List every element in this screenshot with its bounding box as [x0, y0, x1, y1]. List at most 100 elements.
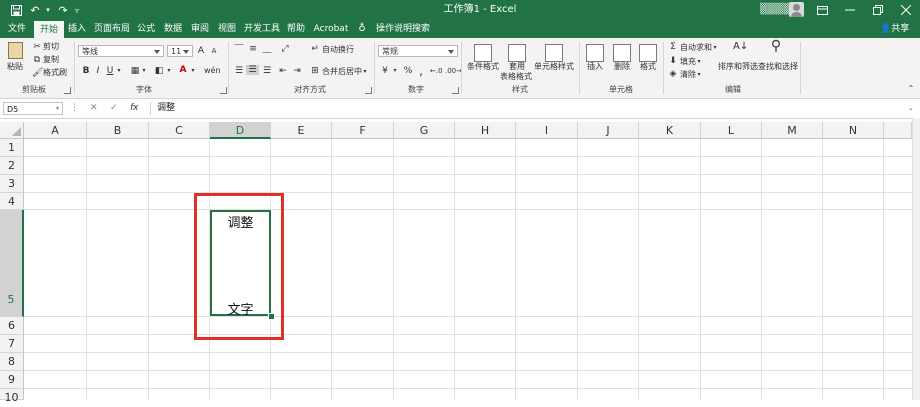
number-format-select[interactable]: 常规	[378, 45, 458, 57]
merge-dropdown-icon[interactable]: ▾	[362, 67, 368, 77]
align-top-icon[interactable]: ⎺	[234, 44, 244, 54]
formula-input[interactable]: 调整	[150, 102, 914, 115]
sort-filter-icon[interactable]: A↓	[733, 42, 748, 52]
customize-qat-icon[interactable]: ▿	[72, 2, 82, 18]
cancel-icon[interactable]: ✕	[90, 102, 98, 115]
increase-indent-icon[interactable]: ⇥	[292, 66, 302, 76]
tab-insert[interactable]: 插入	[66, 20, 88, 38]
align-center-icon[interactable]: ☰	[246, 65, 259, 75]
row-header-3[interactable]: 3	[0, 175, 24, 193]
column-header-l[interactable]: L	[701, 122, 762, 139]
ribbon-display-icon[interactable]	[808, 0, 836, 20]
formula-bar-grip-icon[interactable]: ⋮	[70, 102, 79, 115]
find-select-icon[interactable]: ⚲	[768, 39, 784, 53]
column-header-g[interactable]: G	[394, 122, 455, 139]
font-color-icon[interactable]: A	[178, 65, 188, 75]
expand-formula-bar-icon[interactable]: ⌄	[908, 102, 914, 115]
decrease-decimal-icon[interactable]: .00→	[445, 66, 462, 76]
column-header-a[interactable]: A	[24, 122, 87, 139]
accounting-format-icon[interactable]: ¥	[380, 66, 390, 76]
merge-center-button[interactable]: 合并后居中	[322, 67, 362, 77]
column-header-k[interactable]: K	[639, 122, 701, 139]
row-header-7[interactable]: 7	[0, 335, 24, 353]
font-color-dropdown-icon[interactable]: ▾	[190, 66, 196, 76]
format-as-table-button-line1[interactable]: 套用	[503, 62, 531, 72]
borders-icon[interactable]: ▦	[130, 66, 140, 76]
underline-dropdown-icon[interactable]: ▾	[116, 66, 122, 76]
percent-icon[interactable]: %	[403, 66, 413, 76]
comma-style-icon[interactable]: ,	[416, 65, 426, 77]
fill-color-icon[interactable]: ◧	[154, 66, 164, 76]
paste-icon[interactable]	[8, 42, 23, 59]
decrease-font-icon[interactable]: A	[209, 46, 219, 56]
autosum-icon[interactable]: Σ	[668, 42, 678, 52]
conditional-format-button[interactable]: 条件格式	[463, 62, 503, 72]
format-painter-icon[interactable]: 🖌	[32, 68, 43, 78]
column-header-b[interactable]: B	[87, 122, 149, 139]
cut-icon[interactable]: ✂	[32, 42, 42, 52]
copy-icon[interactable]: ⧉	[32, 55, 42, 65]
orientation-icon[interactable]: ⤢	[280, 44, 290, 54]
row-header-1[interactable]: 1	[0, 139, 24, 157]
collapse-ribbon-icon[interactable]: ⌃	[906, 84, 916, 94]
cell-styles-button[interactable]: 单元格样式	[532, 62, 576, 72]
restore-icon[interactable]	[864, 0, 892, 20]
column-header-m[interactable]: M	[762, 122, 823, 139]
column-header-i[interactable]: I	[516, 122, 578, 139]
row-header-2[interactable]: 2	[0, 157, 24, 175]
redo-icon[interactable]: ↷	[55, 2, 71, 18]
underline-icon[interactable]: U	[106, 66, 114, 76]
column-header-n[interactable]: N	[823, 122, 884, 139]
borders-dropdown-icon[interactable]: ▾	[141, 66, 147, 76]
align-left-icon[interactable]: ☰	[234, 66, 244, 76]
enter-icon[interactable]: ✓	[110, 102, 118, 115]
row-header-9[interactable]: 9	[0, 371, 24, 389]
font-launcher-icon[interactable]	[220, 87, 227, 94]
column-header-partial[interactable]	[884, 122, 912, 139]
insert-function-icon[interactable]: fx	[130, 102, 139, 115]
paste-button[interactable]: 粘贴	[4, 62, 26, 72]
cell-styles-icon[interactable]	[545, 44, 563, 62]
alignment-launcher-icon[interactable]	[365, 87, 372, 94]
select-all-button[interactable]	[0, 122, 24, 139]
format-as-table-icon[interactable]	[508, 44, 526, 62]
column-header-h[interactable]: H	[455, 122, 516, 139]
autosum-dropdown-icon[interactable]: ▾	[712, 43, 718, 53]
insert-cells-button[interactable]: 插入	[582, 62, 608, 72]
merge-center-icon[interactable]: ⊞	[310, 66, 320, 76]
tab-file[interactable]: 文件	[4, 20, 30, 38]
cut-button[interactable]: 剪切	[43, 42, 59, 52]
share-button[interactable]: 👤共享	[880, 20, 909, 38]
delete-cells-icon[interactable]	[613, 44, 631, 62]
sort-filter-button[interactable]: 排序和筛选	[716, 62, 760, 72]
tab-developer[interactable]: 开发工具	[243, 20, 281, 38]
tab-formulas[interactable]: 公式	[135, 20, 157, 38]
fill-dropdown-icon[interactable]: ▾	[696, 57, 702, 67]
row-header-4[interactable]: 4	[0, 193, 24, 210]
bold-icon[interactable]: B	[82, 66, 90, 76]
phonetic-icon[interactable]: wén	[204, 66, 221, 76]
decrease-indent-icon[interactable]: ⇤	[278, 66, 288, 76]
close-icon[interactable]	[892, 0, 920, 20]
row-header-5[interactable]: 5	[0, 210, 24, 317]
delete-cells-button[interactable]: 删除	[609, 62, 635, 72]
column-header-c[interactable]: C	[149, 122, 210, 139]
format-cells-button[interactable]: 格式	[635, 62, 661, 72]
clipboard-launcher-icon[interactable]	[64, 87, 71, 94]
accounting-dropdown-icon[interactable]: ▾	[392, 66, 398, 76]
column-header-f[interactable]: F	[332, 122, 394, 139]
minimize-icon[interactable]	[836, 0, 864, 20]
align-right-icon[interactable]: ☰	[262, 66, 272, 76]
name-box[interactable]: D5	[3, 102, 63, 115]
copy-button[interactable]: 复制	[43, 55, 59, 65]
find-select-button[interactable]: 查找和选择	[758, 62, 798, 72]
format-as-table-button-line2[interactable]: 表格格式	[496, 72, 536, 82]
clear-dropdown-icon[interactable]: ▾	[696, 70, 702, 80]
tab-page-layout[interactable]: 页面布局	[92, 20, 132, 38]
tab-home[interactable]: 开始	[34, 21, 64, 38]
tab-review[interactable]: 审阅	[189, 20, 211, 38]
font-size-select[interactable]: 11	[167, 45, 193, 57]
row-header-8[interactable]: 8	[0, 353, 24, 371]
fill-color-dropdown-icon[interactable]: ▾	[166, 66, 172, 76]
clear-icon[interactable]: ◈	[668, 69, 678, 79]
